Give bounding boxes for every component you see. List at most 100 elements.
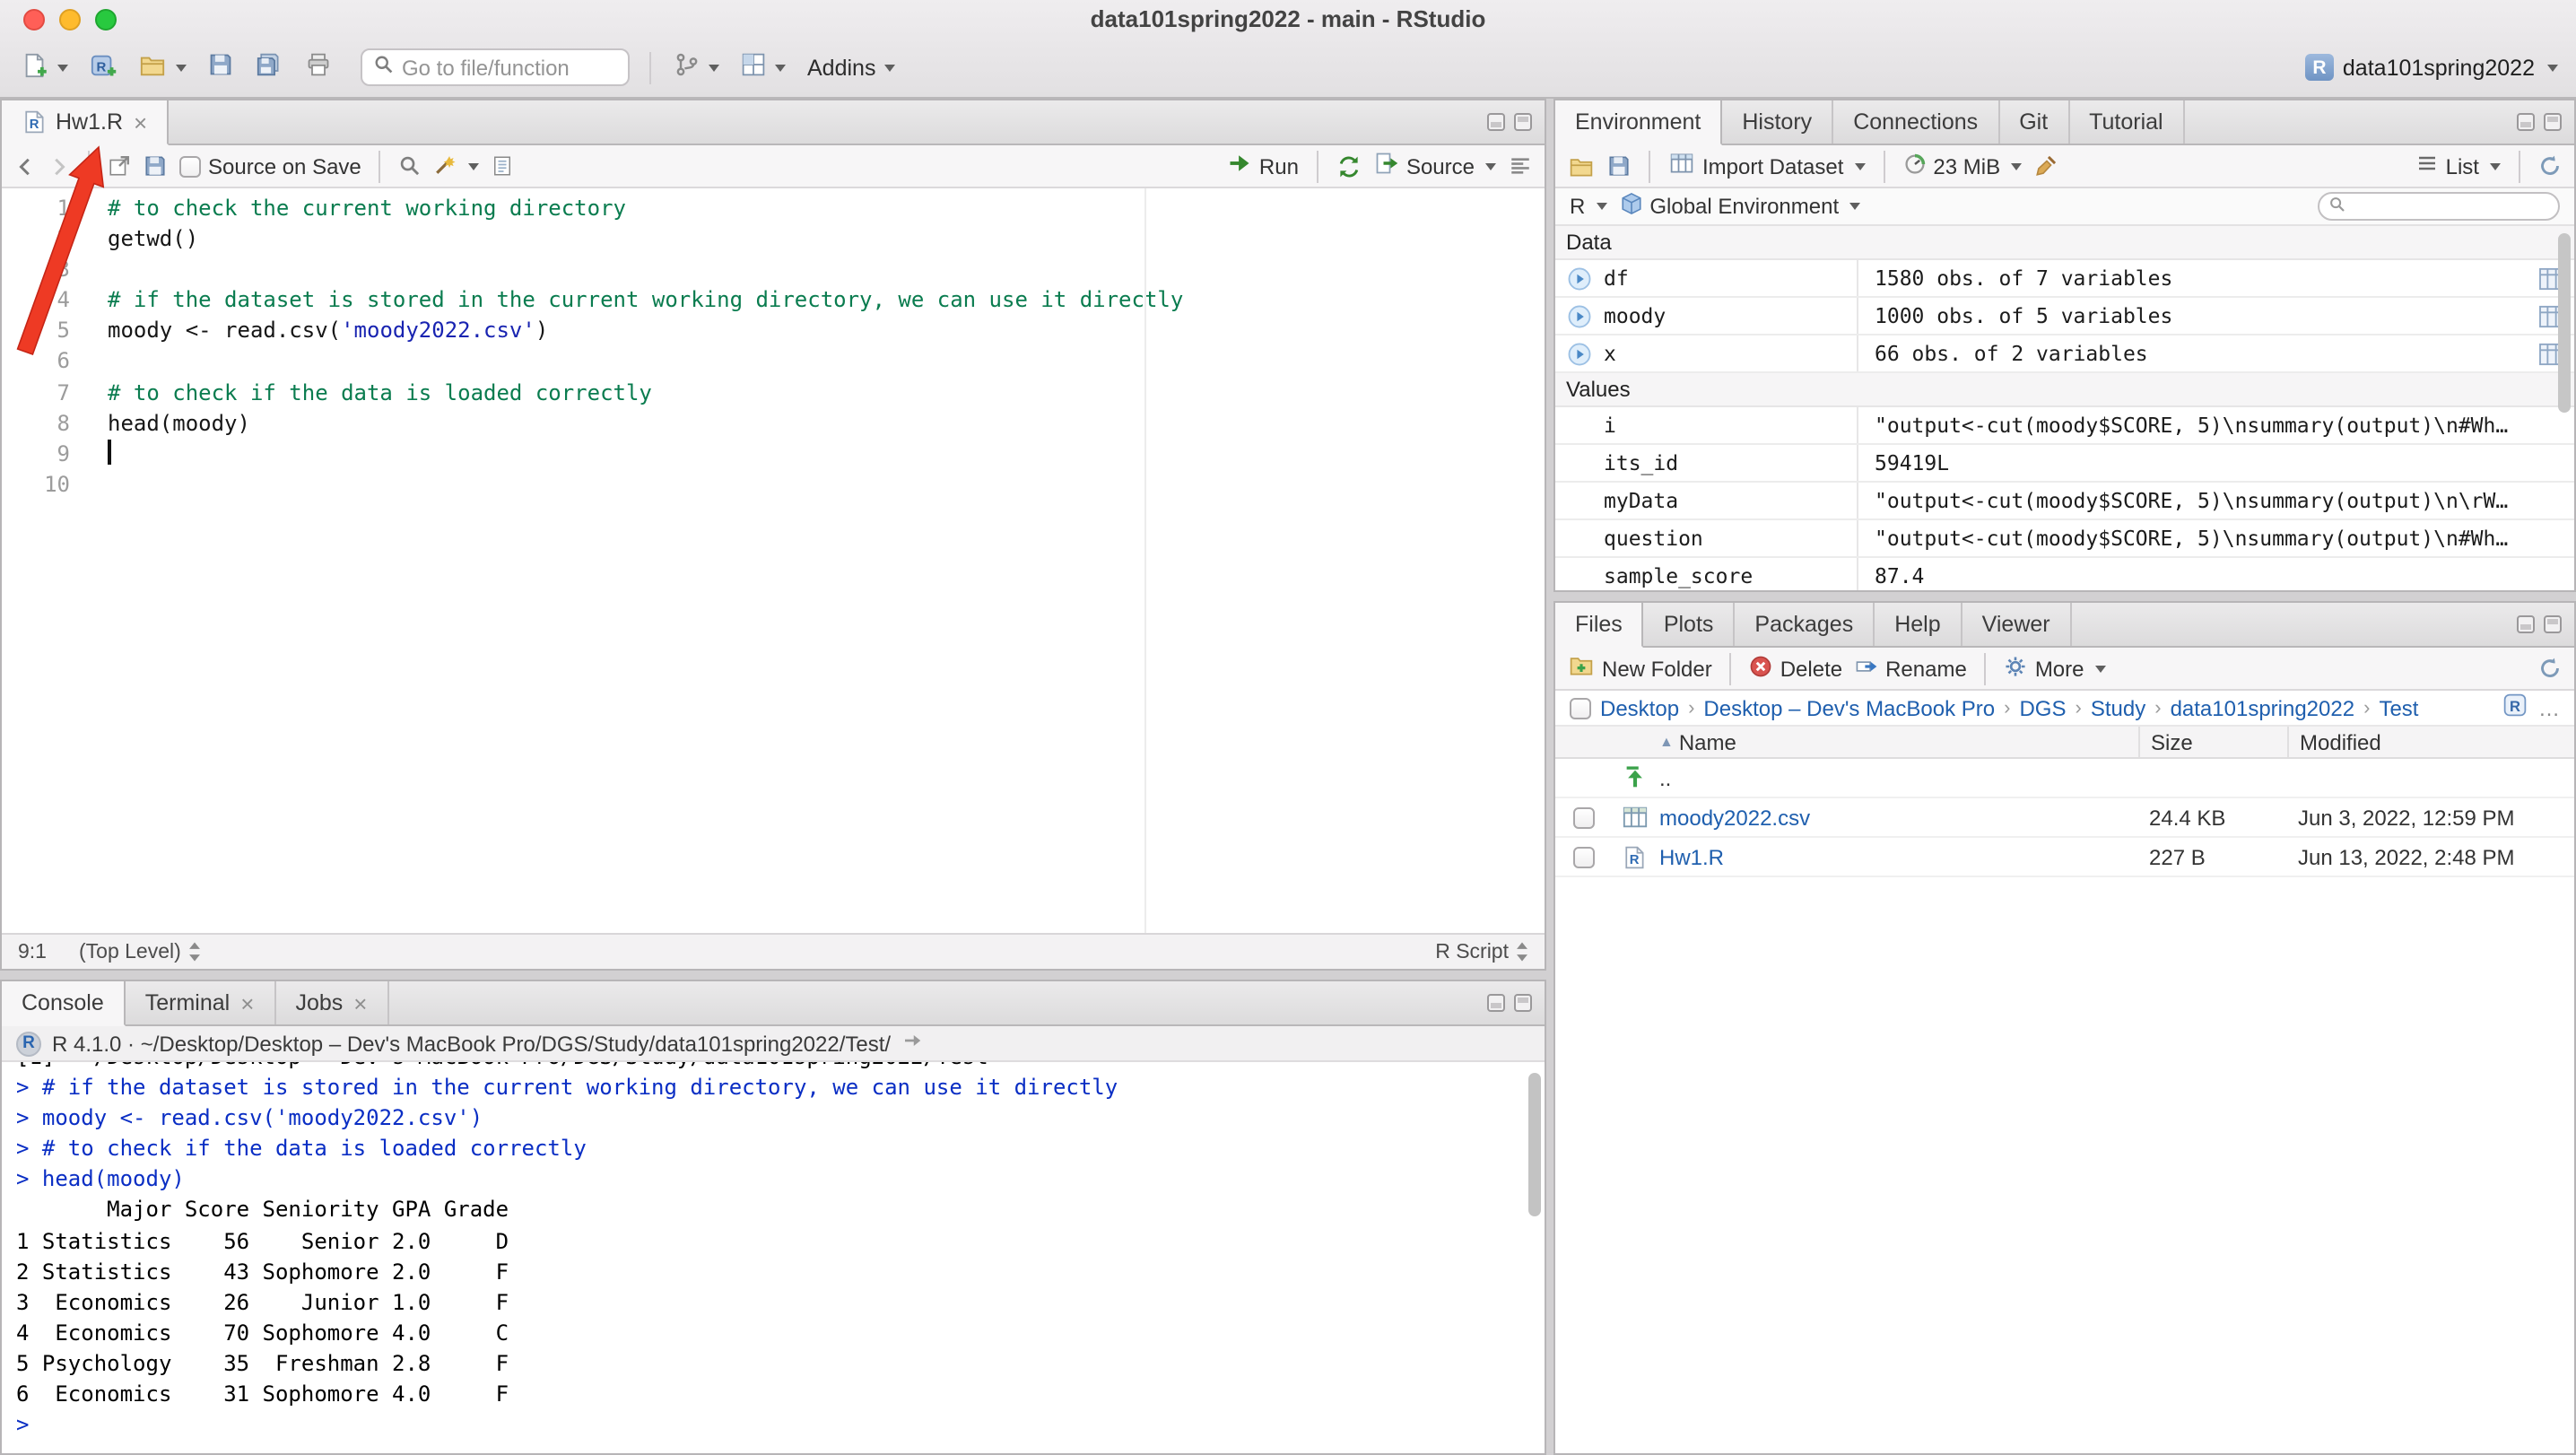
save-all-button[interactable] [251, 48, 287, 86]
tab-files[interactable]: Files [1555, 603, 1644, 648]
breadcrumb-item[interactable]: Test [2379, 695, 2418, 720]
close-window-button[interactable] [23, 9, 45, 30]
save-workspace-button[interactable] [1607, 154, 1631, 178]
new-project-button[interactable]: R [86, 48, 120, 87]
environment-search[interactable] [2318, 192, 2560, 221]
tab-help[interactable]: Help [1875, 603, 1962, 646]
tab-git[interactable]: Git [1999, 100, 2069, 144]
source-button[interactable]: Source [1374, 151, 1496, 181]
delete-file-button[interactable]: Delete [1750, 654, 1842, 683]
addins-button[interactable]: Addins [804, 51, 899, 83]
tab-viewer[interactable]: Viewer [1962, 603, 2072, 646]
tab-plots[interactable]: Plots [1644, 603, 1736, 646]
import-dataset-button[interactable]: Import Dataset [1668, 151, 1865, 181]
environment-row[interactable]: sample_score87.4 [1555, 558, 2574, 590]
clear-objects-button[interactable] [2034, 154, 2058, 178]
tab-environment[interactable]: Environment [1555, 100, 1722, 145]
file-name[interactable]: Hw1.R [1659, 844, 2138, 869]
code-editor[interactable]: 12345678910 # to check the current worki… [2, 188, 1545, 933]
maximize-pane-icon[interactable] [2544, 113, 2562, 131]
show-directory-icon[interactable] [901, 1030, 923, 1057]
tab-connections[interactable]: Connections [1833, 100, 1999, 144]
file-row[interactable]: moody2022.csv24.4 KBJun 3, 2022, 12:59 P… [1555, 798, 2574, 838]
rerun-button[interactable] [1336, 153, 1362, 179]
file-name[interactable]: .. [1659, 765, 2138, 790]
environment-scrollbar[interactable] [2558, 233, 2571, 413]
environment-row[interactable]: its_id59419L [1555, 445, 2574, 483]
language-selector[interactable]: R [1570, 194, 1606, 219]
minimize-pane-icon[interactable] [2517, 615, 2535, 633]
print-button[interactable] [301, 48, 335, 86]
tab-hw1-r[interactable]: RHw1.R× [2, 100, 169, 145]
file-checkbox[interactable] [1573, 846, 1595, 867]
maximize-pane-icon[interactable] [2544, 615, 2562, 633]
workspace-panes-button[interactable] [737, 48, 789, 86]
environment-selector[interactable]: Global Environment [1619, 192, 1860, 221]
environment-row[interactable]: moody1000 obs. of 5 variables [1555, 298, 2574, 335]
scope-selector[interactable]: (Top Level) [79, 941, 201, 963]
source-on-save-checkbox[interactable] [179, 155, 201, 177]
save-button[interactable] [205, 48, 237, 86]
r-project-icon[interactable]: R [2502, 693, 2528, 723]
file-row[interactable]: .. [1555, 759, 2574, 798]
more-file-commands-button[interactable]: More [2005, 654, 2106, 683]
refresh-environment-button[interactable] [2538, 154, 2562, 178]
load-workspace-button[interactable] [1568, 153, 1595, 179]
tab-terminal[interactable]: Terminal× [126, 981, 276, 1024]
list-view-button[interactable]: List [2417, 152, 2501, 179]
document-outline-button[interactable] [1509, 154, 1532, 178]
forward-button[interactable] [48, 155, 70, 177]
goto-file-input[interactable] [402, 55, 617, 80]
files-column-size[interactable]: Size [2138, 727, 2287, 757]
breadcrumb-item[interactable]: Desktop – Dev's MacBook Pro [1703, 695, 1995, 720]
minimize-pane-icon[interactable] [2517, 113, 2535, 131]
breadcrumb-overflow[interactable]: … [2538, 695, 2560, 720]
save-file-button[interactable] [144, 154, 167, 178]
breadcrumb-item[interactable]: Desktop [1600, 695, 1679, 720]
new-folder-button[interactable]: New Folder [1568, 653, 1712, 684]
refresh-files-button[interactable] [2538, 657, 2562, 680]
files-column-modified[interactable]: Modified [2287, 727, 2574, 757]
find-replace-button[interactable] [399, 154, 422, 178]
zoom-window-button[interactable] [95, 9, 117, 30]
tab-console[interactable]: Console [2, 981, 126, 1026]
open-in-new-window-button[interactable] [108, 154, 131, 178]
close-tab-icon[interactable]: × [134, 110, 147, 134]
maximize-pane-icon[interactable] [1514, 113, 1532, 131]
file-type-selector[interactable]: R Script [1435, 941, 1528, 963]
maximize-pane-icon[interactable] [1514, 994, 1532, 1012]
open-file-button[interactable] [135, 48, 190, 87]
files-column-name[interactable]: ▲ Name [1659, 729, 2138, 754]
file-name[interactable]: moody2022.csv [1659, 805, 2138, 830]
tab-packages[interactable]: Packages [1735, 603, 1875, 646]
console-scrollbar[interactable] [1528, 1073, 1541, 1216]
environment-row[interactable]: question"output<-cut(moody$SCORE, 5)\nsu… [1555, 520, 2574, 558]
select-all-checkbox[interactable] [1570, 697, 1591, 719]
source-on-save-toggle[interactable]: Source on Save [179, 153, 361, 179]
minimize-window-button[interactable] [59, 9, 81, 30]
close-tab-icon[interactable]: × [240, 991, 254, 1015]
minimize-pane-icon[interactable] [1487, 113, 1505, 131]
environment-row[interactable]: x66 obs. of 2 variables [1555, 335, 2574, 373]
tab-history[interactable]: History [1722, 100, 1833, 144]
version-control-button[interactable] [671, 48, 723, 86]
breadcrumb-item[interactable]: data101spring2022 [2171, 695, 2355, 720]
environment-row[interactable]: df1580 obs. of 7 variables [1555, 260, 2574, 298]
breadcrumb-item[interactable]: DGS [2019, 695, 2066, 720]
back-button[interactable] [14, 155, 36, 177]
memory-usage-button[interactable]: 23 MiB [1902, 152, 2022, 180]
environment-row[interactable]: myData"output<-cut(moody$SCORE, 5)\nsumm… [1555, 483, 2574, 520]
tab-tutorial[interactable]: Tutorial [2069, 100, 2184, 144]
breadcrumb-item[interactable]: Study [2091, 695, 2145, 720]
new-file-button[interactable] [18, 48, 72, 87]
file-row[interactable]: RHw1.R227 BJun 13, 2022, 2:48 PM [1555, 838, 2574, 877]
run-button[interactable]: Run [1227, 151, 1299, 181]
console[interactable]: [1] "~/Desktop/Desktop – Dev's MacBook P… [2, 1062, 1545, 1453]
tab-jobs[interactable]: Jobs× [275, 981, 388, 1024]
compile-report-button[interactable] [492, 154, 514, 178]
close-tab-icon[interactable]: × [353, 991, 367, 1015]
code-tools-button[interactable] [435, 152, 480, 180]
file-checkbox[interactable] [1573, 806, 1595, 828]
rename-file-button[interactable]: Rename [1855, 654, 1967, 683]
environment-row[interactable]: i"output<-cut(moody$SCORE, 5)\nsummary(o… [1555, 407, 2574, 445]
